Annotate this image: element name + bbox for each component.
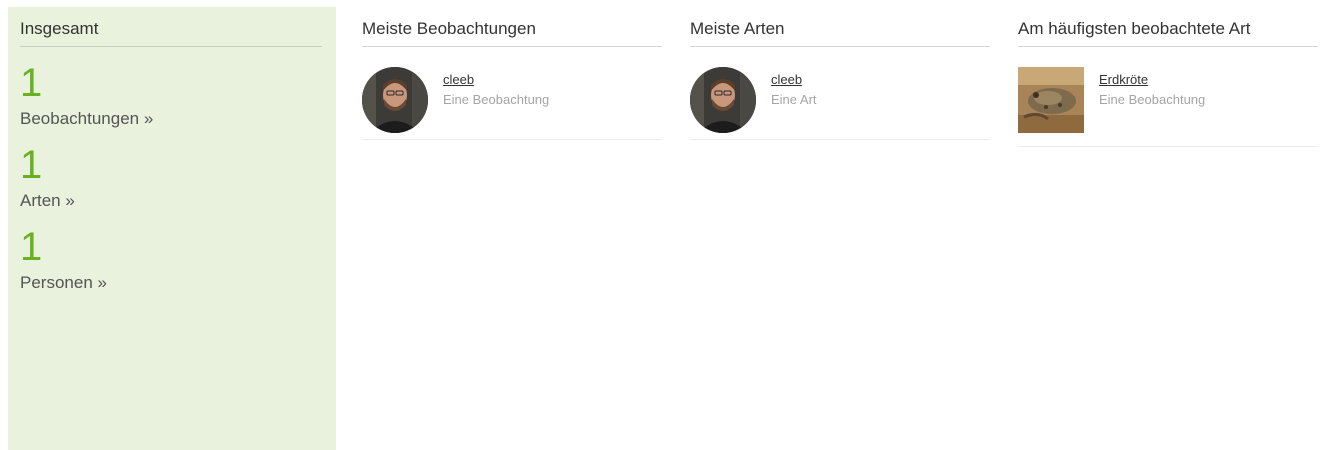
entry-subtitle: Eine Beobachtung (1099, 92, 1206, 107)
list-item[interactable]: Erdkröte Eine Beobachtung (1018, 47, 1318, 147)
summary-title: Insgesamt (20, 7, 322, 47)
stat-species: 1 Arten » (20, 145, 322, 213)
user-avatar[interactable] (362, 67, 428, 133)
user-avatar[interactable] (690, 67, 756, 133)
observations-link[interactable]: Beobachtungen » (20, 107, 322, 131)
summary-panel: Insgesamt 1 Beobachtungen » 1 Arten » 1 … (8, 7, 336, 450)
most-observed-species-column: Am häufigsten beobachtete Art Erdkröte E… (1018, 7, 1318, 147)
people-link[interactable]: Personen » (20, 271, 322, 295)
entry-subtitle: Eine Beobachtung (443, 92, 550, 107)
most-observations-column: Meiste Beobachtungen cleeb Eine Beobacht… (362, 7, 662, 140)
most-species-column: Meiste Arten cleeb Eine Art (690, 7, 990, 140)
species-name-link[interactable]: Erdkröte (1099, 72, 1148, 87)
list-item[interactable]: cleeb Eine Beobachtung (362, 47, 662, 140)
most-species-title: Meiste Arten (690, 7, 990, 47)
most-observed-species-title: Am häufigsten beobachtete Art (1018, 7, 1318, 47)
observations-count: 1 (20, 61, 43, 105)
user-name-link[interactable]: cleeb (771, 72, 802, 87)
stat-people: 1 Personen » (20, 227, 322, 295)
people-count: 1 (20, 225, 43, 269)
species-link[interactable]: Arten » (20, 189, 322, 213)
species-count: 1 (20, 143, 43, 187)
most-observations-title: Meiste Beobachtungen (362, 7, 662, 47)
stat-observations: 1 Beobachtungen » (20, 63, 322, 131)
stats-widget: Insgesamt 1 Beobachtungen » 1 Arten » 1 … (0, 0, 1321, 450)
list-item[interactable]: cleeb Eine Art (690, 47, 990, 140)
user-name-link[interactable]: cleeb (443, 72, 474, 87)
entry-subtitle: Eine Art (771, 92, 817, 107)
species-photo[interactable] (1018, 67, 1084, 133)
